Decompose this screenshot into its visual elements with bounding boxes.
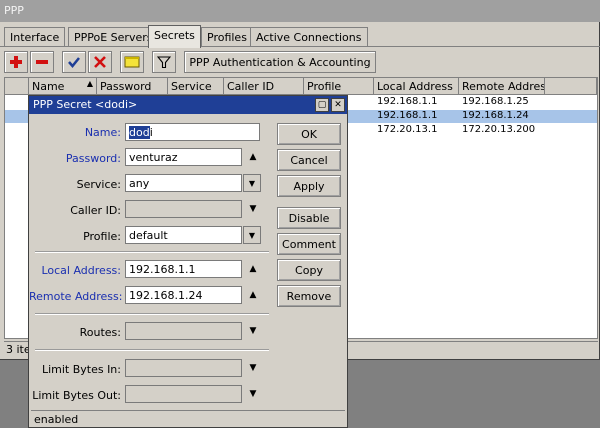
- cell-local-address: 172.20.13.1: [377, 124, 438, 135]
- chevron-down-icon: ▼: [248, 178, 256, 188]
- password-input[interactable]: venturaz: [125, 148, 242, 166]
- restore-icon: ▢: [317, 100, 327, 110]
- profile-label: Profile:: [83, 230, 121, 243]
- column-remote-address[interactable]: Remote Addres: [459, 78, 545, 95]
- tab-active-connections[interactable]: Active Connections: [250, 27, 368, 47]
- ok-button[interactable]: OK: [277, 123, 341, 145]
- add-button[interactable]: [4, 51, 28, 73]
- ppp-auth-accounting-button[interactable]: PPP Authentication & Accounting: [184, 51, 376, 73]
- filter-button[interactable]: [152, 51, 176, 73]
- arrow-up-icon[interactable]: ▲: [247, 152, 259, 162]
- copy-button[interactable]: Copy: [277, 259, 341, 281]
- apply-button[interactable]: Apply: [277, 175, 341, 197]
- column-marker: [5, 78, 29, 95]
- filter-icon: [157, 56, 171, 69]
- caller-id-input[interactable]: [125, 200, 242, 218]
- password-label: Password:: [65, 152, 121, 165]
- cell-remote-address: 192.168.1.25: [462, 96, 529, 107]
- separator: [35, 251, 269, 253]
- arrow-down-icon[interactable]: ▼: [247, 204, 259, 214]
- separator: [35, 313, 269, 315]
- local-address-label: Local Address:: [41, 264, 121, 277]
- routes-label: Routes:: [79, 326, 121, 339]
- service-select[interactable]: any: [125, 174, 242, 192]
- enable-button[interactable]: [62, 51, 86, 73]
- limit-bytes-out-input[interactable]: [125, 385, 242, 403]
- arrow-down-icon[interactable]: ▼: [247, 326, 259, 336]
- name-rest-text: i: [149, 126, 153, 139]
- tab-secrets[interactable]: Secrets: [148, 25, 201, 48]
- arrow-up-icon[interactable]: ▲: [247, 264, 259, 274]
- column-service[interactable]: Service: [168, 78, 224, 95]
- comment-toolbar-button[interactable]: [120, 51, 144, 73]
- column-caller-id[interactable]: Caller ID: [224, 78, 304, 95]
- column-profile[interactable]: Profile: [304, 78, 374, 95]
- arrow-down-icon[interactable]: ▼: [247, 363, 259, 373]
- toolbar: PPP Authentication & Accounting: [4, 50, 600, 74]
- disable-button[interactable]: Disable: [277, 207, 341, 229]
- profile-dropdown-button[interactable]: ▼: [243, 226, 261, 244]
- tab-divider: [0, 46, 600, 47]
- limit-bytes-out-label: Limit Bytes Out:: [32, 389, 121, 402]
- cell-local-address: 192.168.1.1: [377, 96, 438, 107]
- remove-button[interactable]: Remove: [277, 285, 341, 307]
- remote-address-input[interactable]: 192.168.1.24: [125, 286, 242, 304]
- name-selected-text: dod: [129, 126, 150, 139]
- comment-button[interactable]: Comment: [277, 233, 341, 255]
- dialog-title: PPP Secret <dodi> ▢ ✕: [29, 96, 347, 114]
- column-filler: [545, 78, 597, 95]
- remote-address-label: Remote Address:: [29, 290, 123, 303]
- close-button[interactable]: ✕: [331, 98, 345, 112]
- cell-remote-address: 172.20.13.200: [462, 124, 536, 135]
- plus-icon: [10, 56, 22, 68]
- sort-up-icon: ▲: [86, 79, 93, 88]
- column-name[interactable]: Name ▲: [29, 78, 97, 95]
- caller-id-label: Caller ID:: [70, 204, 121, 217]
- cell-local-address: 192.168.1.1: [377, 110, 438, 121]
- chevron-down-icon: ▼: [248, 230, 256, 240]
- close-icon: ✕: [334, 100, 342, 110]
- separator: [35, 349, 269, 351]
- limit-bytes-in-input[interactable]: [125, 359, 242, 377]
- arrow-up-icon[interactable]: ▲: [247, 290, 259, 300]
- x-icon: [94, 56, 106, 68]
- service-dropdown-button[interactable]: ▼: [243, 174, 261, 192]
- arrow-down-icon[interactable]: ▼: [247, 389, 259, 399]
- window-title: PPP: [0, 0, 600, 22]
- cell-remote-address: 192.168.1.24: [462, 110, 529, 121]
- cancel-button[interactable]: Cancel: [277, 149, 341, 171]
- routes-input[interactable]: [125, 322, 242, 340]
- tab-bar: Interface PPPoE Servers Secrets Profiles…: [4, 25, 600, 48]
- ppp-secret-dialog: PPP Secret <dodi> ▢ ✕ Name: dodi Passwor…: [28, 95, 348, 428]
- tab-interface[interactable]: Interface: [4, 27, 66, 47]
- name-input[interactable]: dodi: [125, 123, 260, 141]
- tab-pppoe-servers[interactable]: PPPoE Servers: [68, 27, 159, 47]
- restore-button[interactable]: ▢: [315, 98, 329, 112]
- remove-item-button[interactable]: [30, 51, 54, 73]
- limit-bytes-in-label: Limit Bytes In:: [41, 363, 121, 376]
- check-icon: [68, 57, 80, 68]
- minus-icon: [36, 60, 48, 64]
- profile-select[interactable]: default: [125, 226, 242, 244]
- tab-profiles[interactable]: Profiles: [201, 27, 253, 47]
- disable-item-button[interactable]: [88, 51, 112, 73]
- dialog-status: enabled: [31, 410, 345, 427]
- name-label: Name:: [84, 126, 121, 139]
- column-local-address[interactable]: Local Address: [374, 78, 459, 95]
- column-password[interactable]: Password: [97, 78, 168, 95]
- comment-icon: [124, 56, 140, 68]
- service-label: Service:: [76, 178, 121, 191]
- local-address-input[interactable]: 192.168.1.1: [125, 260, 242, 278]
